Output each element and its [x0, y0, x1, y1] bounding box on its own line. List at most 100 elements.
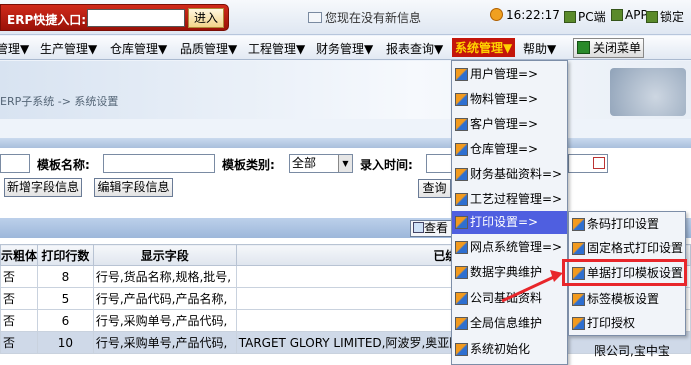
- menu-item-warehouse-management[interactable]: 仓库管理=>: [452, 138, 567, 161]
- submenu-fixed-format-print[interactable]: 固定格式打印设置: [569, 237, 685, 260]
- menu-item-system-init[interactable]: 系统初始化: [452, 338, 567, 361]
- menu-item-label: 网点系统管理=>: [470, 240, 563, 254]
- close-menu-button[interactable]: 关闭菜单: [573, 38, 644, 58]
- pc-label: PC端: [578, 10, 606, 24]
- message-notice[interactable]: 您现在没有新信息: [308, 9, 421, 26]
- app-link[interactable]: APP: [611, 8, 648, 22]
- menu-item-data-dictionary[interactable]: 数据字典维护: [452, 261, 567, 284]
- menu-quality[interactable]: 品质管理▼: [180, 40, 237, 57]
- enter-button[interactable]: 进入: [188, 8, 224, 28]
- menu-item-global-info[interactable]: 全局信息维护: [452, 312, 567, 335]
- col-display-fields[interactable]: 显示字段: [92, 244, 237, 266]
- template-name-label: 模板名称:: [37, 158, 90, 172]
- menu-system[interactable]: 系统管理▼: [452, 38, 516, 57]
- menu-warehouse[interactable]: 仓库管理▼: [110, 40, 167, 57]
- menu-item-icon: [455, 292, 468, 305]
- menu-item-outlet-management[interactable]: 网点系统管理=>: [452, 236, 567, 259]
- pc-link[interactable]: PC端: [564, 8, 606, 25]
- menu-item-label: 系统初始化: [470, 342, 531, 356]
- submenu-barcode-print[interactable]: 条码打印设置: [569, 213, 685, 236]
- menu-item-user-management[interactable]: 用户管理=>: [452, 63, 567, 86]
- cell-print-rows: 6: [37, 309, 94, 332]
- menu-finance[interactable]: 财务管理▼: [316, 40, 373, 57]
- menu-item-icon: [572, 293, 585, 306]
- menu-help[interactable]: 帮助▼: [523, 40, 556, 57]
- menu-item-icon: [455, 143, 468, 156]
- template-type-select[interactable]: 全部 ▼: [289, 154, 353, 173]
- submenu-print-authorization[interactable]: 打印授权: [569, 312, 685, 335]
- handshake-image: [610, 68, 686, 116]
- entry-time-label: 录入时间:: [360, 158, 413, 172]
- col-print-rows[interactable]: 打印行数: [37, 244, 94, 266]
- chevron-down-icon: ▼: [338, 155, 352, 172]
- menu-item-label: 打印授权: [587, 316, 636, 330]
- cell-bold: 否: [0, 265, 39, 288]
- panel-header-strip: [0, 138, 691, 148]
- menu-item-customer-management[interactable]: 客户管理=>: [452, 113, 567, 136]
- lock-link[interactable]: 锁定: [646, 8, 684, 25]
- template-name-input[interactable]: [103, 154, 215, 173]
- menu-item-label: 全局信息维护: [470, 316, 543, 330]
- menu-item-print-settings[interactable]: 打印设置=>: [452, 211, 567, 234]
- menu-item-label: 固定格式打印设置: [587, 241, 684, 255]
- submenu-label-template[interactable]: 标签模板设置: [569, 288, 685, 311]
- pc-icon: [564, 11, 576, 23]
- calendar-icon[interactable]: [593, 157, 605, 169]
- menu-item-icon: [572, 317, 585, 330]
- cell-print-rows: 10: [37, 331, 94, 354]
- cell-print-rows: 5: [37, 287, 94, 310]
- menu-production[interactable]: 生产管理▼: [40, 40, 97, 57]
- truncated-customer-text: 限公司,宝中宝: [594, 344, 670, 358]
- message-text: 您现在没有新信息: [325, 11, 422, 25]
- filter-row: 模板名称: 模板类别: 全部 ▼ 录入时间:: [0, 152, 691, 176]
- erp-quick-entry-input[interactable]: [87, 9, 185, 27]
- menu-item-process-management[interactable]: 工艺过程管理=>: [452, 188, 567, 211]
- menu-management[interactable]: 管理▼: [0, 40, 29, 57]
- add-field-button[interactable]: 新增字段信息: [4, 178, 82, 197]
- banner: [0, 61, 691, 119]
- menu-item-icon: [572, 242, 585, 255]
- clock: 16:22:17: [490, 8, 560, 22]
- cell-display-fields: 行号,采购单号,产品代码,: [92, 331, 237, 354]
- menu-item-company-basics[interactable]: 公司基础资料: [452, 287, 567, 310]
- leading-input[interactable]: [0, 154, 30, 173]
- cell-bold: 否: [0, 309, 39, 332]
- menu-item-icon: [455, 317, 468, 330]
- menu-item-label: 条码打印设置: [587, 217, 660, 231]
- cell-display-fields: 行号,货品名称,规格,批号,: [92, 265, 237, 288]
- clock-time: 16:22:17: [506, 8, 560, 22]
- menu-reports[interactable]: 报表查询▼: [386, 40, 443, 57]
- menu-item-icon: [455, 343, 468, 356]
- close-menu-label: 关闭菜单: [593, 41, 642, 55]
- menu-item-label: 财务基础资料=>: [470, 167, 563, 181]
- lock-label: 锁定: [660, 10, 685, 24]
- highlight-callout: [562, 259, 687, 286]
- entry-time-end-input[interactable]: [568, 154, 608, 173]
- menu-item-label: 客户管理=>: [470, 117, 539, 131]
- menu-item-icon: [572, 218, 585, 231]
- menu-item-icon: [455, 118, 468, 131]
- envelope-icon: [308, 12, 322, 23]
- menu-item-label: 公司基础资料: [470, 291, 543, 305]
- menu-item-label: 数据字典维护: [470, 265, 543, 279]
- edit-field-button[interactable]: 编辑字段信息: [94, 178, 173, 197]
- menu-item-label: 用户管理=>: [470, 67, 539, 81]
- system-menu-dropdown: 用户管理=> 物料管理=> 客户管理=> 仓库管理=> 财务基础资料=> 工艺过…: [451, 60, 568, 365]
- app-icon: [611, 9, 623, 21]
- menu-item-icon: [455, 168, 468, 181]
- template-type-value: 全部: [292, 156, 317, 170]
- menu-engineering[interactable]: 工程管理▼: [248, 40, 305, 57]
- menu-item-finance-basics[interactable]: 财务基础资料=>: [452, 163, 567, 186]
- cell-print-rows: 8: [37, 265, 94, 288]
- lock-icon: [646, 11, 658, 23]
- menu-item-label: 打印设置=>: [470, 215, 539, 229]
- menu-item-icon: [455, 193, 468, 206]
- close-menu-icon: [577, 41, 590, 54]
- query-button[interactable]: 查询: [418, 179, 451, 198]
- menu-item-icon: [455, 216, 468, 229]
- col-bold[interactable]: 示粗体: [0, 244, 39, 266]
- clock-icon: [490, 8, 503, 21]
- menu-item-label: 标签模板设置: [587, 292, 660, 306]
- menu-item-material-management[interactable]: 物料管理=>: [452, 88, 567, 111]
- cell-bold: 否: [0, 287, 39, 310]
